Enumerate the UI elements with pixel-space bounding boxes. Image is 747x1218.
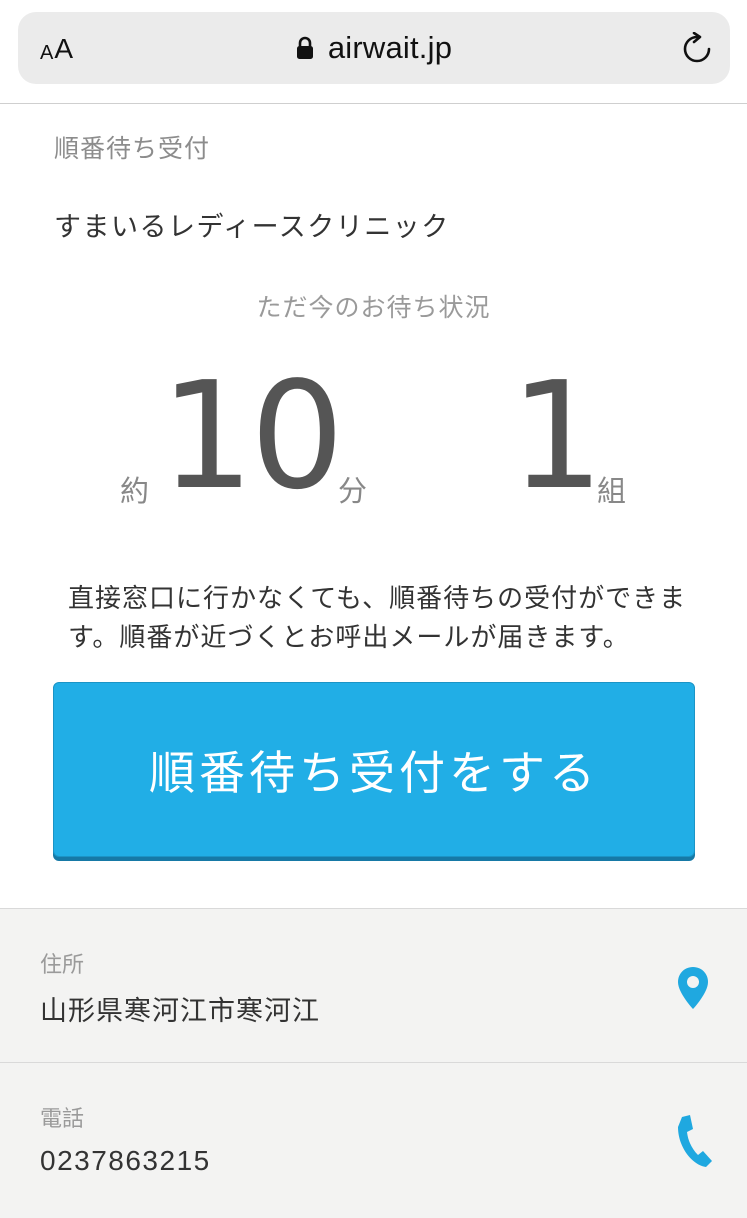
lock-icon bbox=[296, 36, 313, 59]
url-field[interactable]: A A airwait.jp bbox=[18, 12, 730, 84]
wait-minutes-unit: 分 bbox=[338, 474, 368, 508]
reload-icon[interactable] bbox=[680, 32, 714, 66]
address-label: 住所 bbox=[40, 953, 85, 978]
wait-groups-unit: 組 bbox=[597, 474, 627, 508]
clinic-name: すまいるレディースクリニック bbox=[54, 212, 450, 243]
wait-groups-value: 1 bbox=[510, 350, 604, 522]
url-text: airwait.jp bbox=[327, 30, 453, 65]
join-queue-button[interactable]: 順番待ち受付をする bbox=[53, 682, 695, 857]
page-title: 順番待ち受付 bbox=[54, 134, 211, 163]
phone-label: 電話 bbox=[40, 1107, 85, 1132]
phone-section: 電話 0237863215 bbox=[0, 1062, 747, 1218]
wait-minutes-value: 10 bbox=[160, 350, 344, 522]
browser-address-bar: A A airwait.jp bbox=[0, 0, 747, 104]
join-queue-button-label: 順番待ち受付をする bbox=[149, 745, 599, 800]
address-value: 山形県寒河江市寒河江 bbox=[40, 996, 320, 1027]
map-pin-icon[interactable] bbox=[676, 965, 710, 1011]
address-section: 住所 山形県寒河江市寒河江 bbox=[0, 908, 747, 1062]
approx-prefix: 約 bbox=[120, 474, 150, 508]
url-display[interactable]: airwait.jp bbox=[18, 28, 730, 68]
wait-status-heading: ただ今のお待ち状況 bbox=[256, 293, 491, 322]
description-text: 直接窓口に行かなくても、順番待ちの受付ができます。順番が近づくとお呼出メールが届… bbox=[68, 584, 687, 653]
phone-value: 0237863215 bbox=[40, 1145, 211, 1176]
phone-icon[interactable] bbox=[674, 1113, 714, 1169]
